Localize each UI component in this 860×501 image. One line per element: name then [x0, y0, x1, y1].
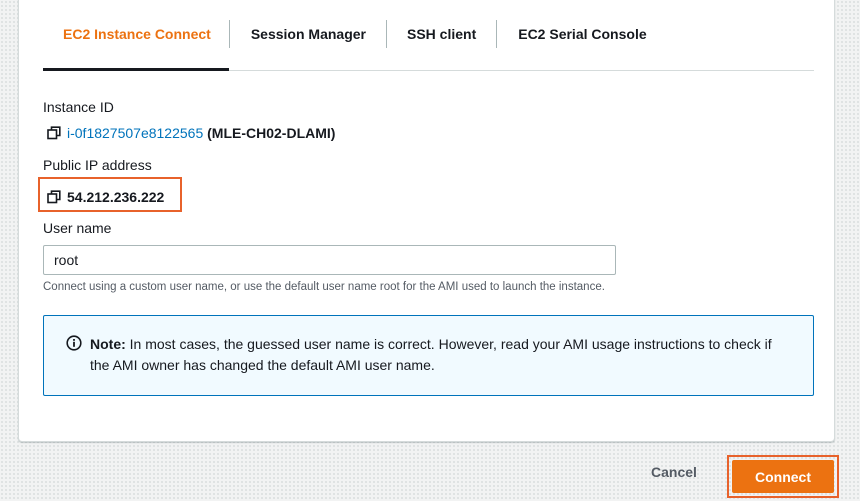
connect-button-highlight: Connect [727, 455, 839, 498]
instance-name: (MLE-CH02-DLAMI) [207, 125, 336, 141]
connection-method-tabs: EC2 Instance Connect Session Manager SSH… [43, 0, 814, 71]
note-title: Note: [90, 336, 126, 352]
tab-ec2-instance-connect[interactable]: EC2 Instance Connect [43, 0, 229, 71]
instance-id-label: Instance ID [43, 99, 114, 115]
info-alert-text: Note: In most cases, the guessed user na… [90, 334, 793, 376]
tab-label: SSH client [406, 25, 477, 42]
copy-icon[interactable] [47, 126, 61, 140]
connect-panel: EC2 Instance Connect Session Manager SSH… [18, 0, 835, 442]
info-icon [66, 335, 82, 351]
public-ip-value: 54.212.236.222 [67, 189, 165, 205]
tab-ec2-serial-console[interactable]: EC2 Serial Console [497, 0, 666, 70]
connect-button[interactable]: Connect [732, 460, 834, 493]
cancel-button[interactable]: Cancel [651, 464, 697, 480]
copy-icon[interactable] [47, 190, 61, 204]
tab-session-manager[interactable]: Session Manager [230, 0, 386, 70]
public-ip-row: 54.212.236.222 [47, 189, 164, 205]
public-ip-label: Public IP address [43, 157, 152, 173]
tab-label: EC2 Instance Connect [63, 25, 211, 42]
info-alert: Note: In most cases, the guessed user na… [43, 315, 814, 396]
tab-label: Session Manager [250, 25, 366, 42]
tab-label: EC2 Serial Console [518, 25, 647, 42]
tab-ssh-client[interactable]: SSH client [387, 0, 496, 70]
instance-id-link[interactable]: i-0f1827507e8122565 [67, 125, 203, 141]
user-name-hint: Connect using a custom user name, or use… [43, 281, 605, 293]
user-name-input[interactable] [43, 245, 616, 275]
user-name-label: User name [43, 220, 112, 236]
instance-id-row: i-0f1827507e8122565 (MLE-CH02-DLAMI) [47, 125, 335, 141]
note-body: In most cases, the guessed user name is … [90, 336, 772, 373]
